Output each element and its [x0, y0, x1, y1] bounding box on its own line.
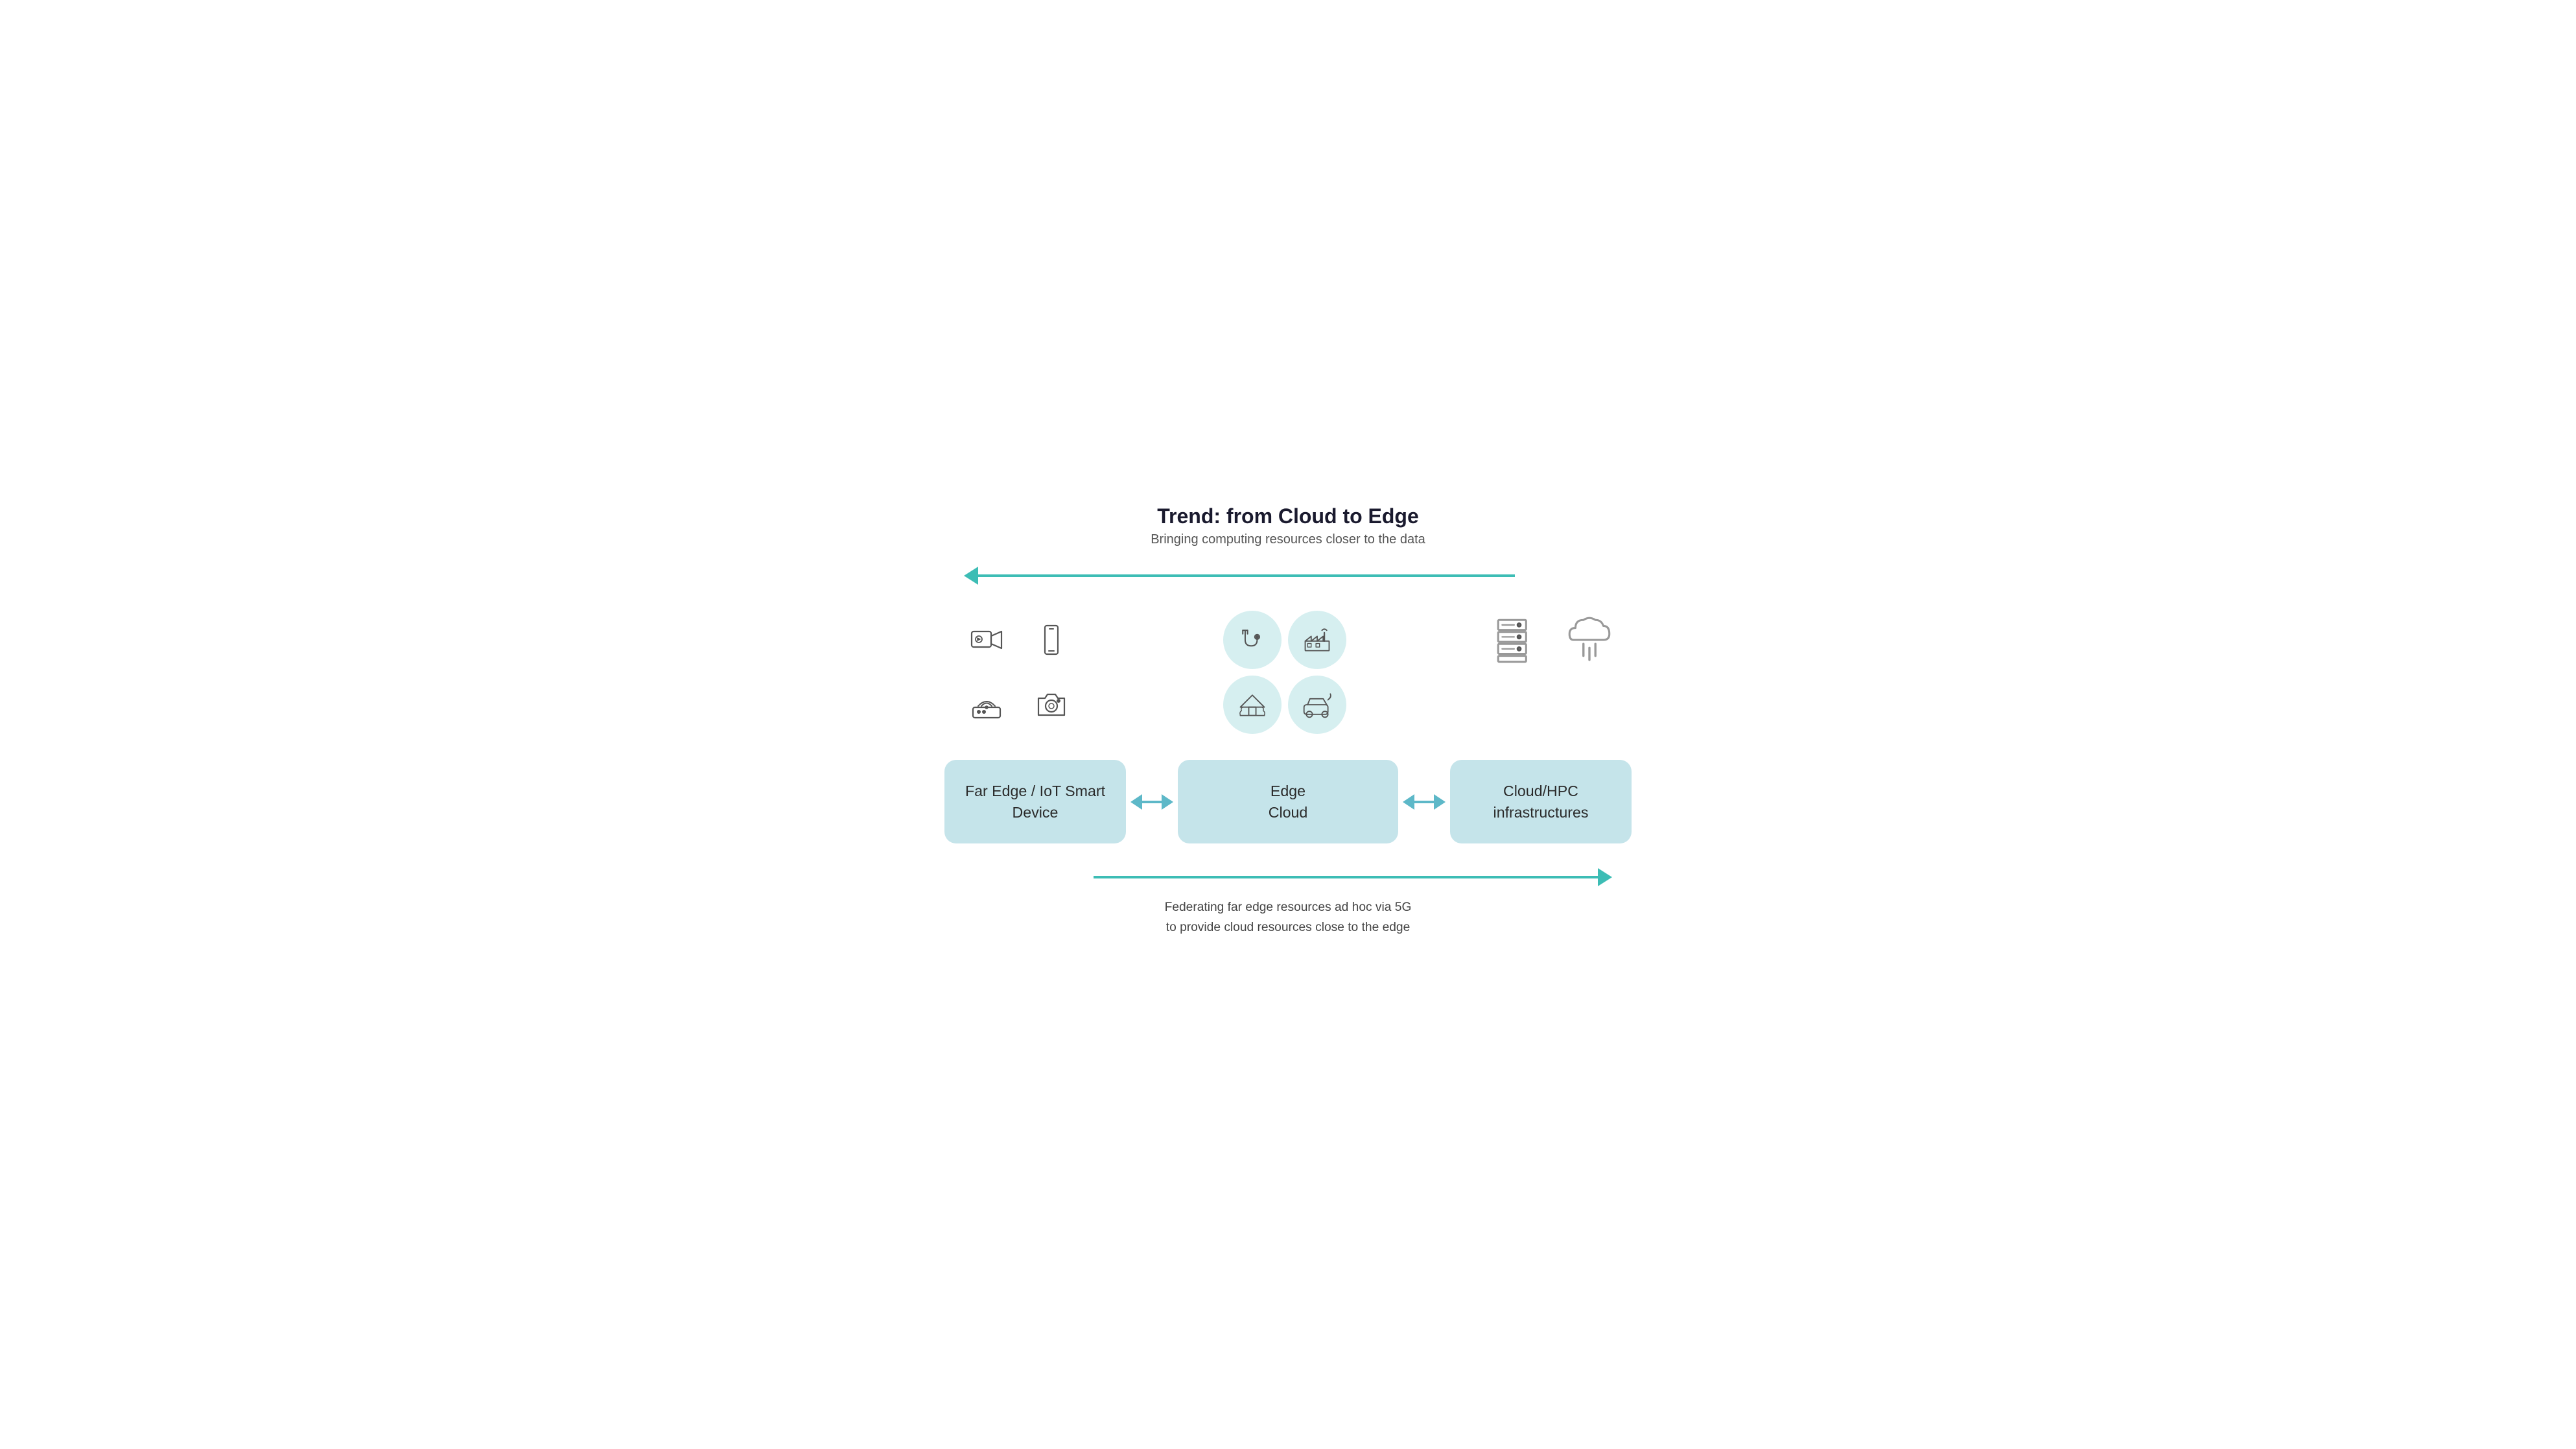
connector-2 — [1398, 794, 1450, 810]
cloud-hpc-box-label: Cloud/HPCinfrastructures — [1493, 783, 1589, 820]
header: Trend: from Cloud to Edge Bringing compu… — [938, 504, 1638, 547]
far-edge-box-label: Far Edge / IoT SmartDevice — [965, 783, 1105, 820]
video-camera-icon-wrapper — [957, 611, 1016, 669]
double-arrow-2 — [1403, 794, 1446, 810]
cloud-hpc-icon-group — [1482, 604, 1625, 676]
camera-icon — [1035, 688, 1068, 722]
dbl-arrow-shaft-2 — [1414, 801, 1434, 803]
arrow-shaft-bottom — [1094, 876, 1598, 878]
edge-cloud-box-label: EdgeCloud — [1269, 783, 1308, 820]
dbl-arrow-right-head-1 — [1162, 794, 1173, 810]
bottom-text: Federating far edge resources ad hoc via… — [938, 898, 1638, 937]
connector-1 — [1126, 794, 1178, 810]
arrow-head-left-icon — [964, 567, 978, 585]
cloud-hpc-box: Cloud/HPCinfrastructures — [1450, 760, 1632, 843]
cloud-data-icon — [1563, 607, 1615, 672]
stethoscope-icon — [1237, 624, 1268, 655]
server-rack-icon-wrapper — [1489, 611, 1547, 669]
slide-title: Trend: from Cloud to Edge — [938, 504, 1638, 528]
electric-car-icon-wrapper — [1288, 676, 1346, 734]
electric-car-icon — [1302, 689, 1333, 720]
far-edge-icon-grid — [951, 604, 1087, 740]
edge-cloud-icon-group — [1217, 604, 1353, 740]
dbl-arrow-left-head-1 — [1130, 794, 1142, 810]
factory-icon — [1302, 624, 1333, 655]
edge-cloud-icon-grid — [1217, 604, 1353, 740]
camera-icon-wrapper — [1022, 676, 1081, 734]
factory-icon-wrapper — [1288, 611, 1346, 669]
far-edge-icon-group — [951, 604, 1087, 740]
server-rack-icon — [1492, 607, 1544, 672]
dbl-arrow-left-head-2 — [1403, 794, 1414, 810]
bottom-text-content: Federating far edge resources ad hoc via… — [1165, 901, 1412, 934]
stethoscope-icon-wrapper — [1223, 611, 1282, 669]
double-arrow-1 — [1130, 794, 1173, 810]
video-camera-icon — [970, 623, 1003, 657]
cloud-data-icon-wrapper — [1560, 611, 1619, 669]
top-arrow-line — [964, 567, 1515, 585]
farm-icon — [1237, 689, 1268, 720]
arrow-shaft-top — [978, 574, 1515, 577]
smartphone-icon-wrapper — [1022, 611, 1081, 669]
dbl-arrow-shaft-1 — [1142, 801, 1162, 803]
boxes-row: Far Edge / IoT SmartDevice EdgeCloud Clo… — [938, 760, 1638, 843]
icons-row — [938, 604, 1638, 740]
far-edge-box: Far Edge / IoT SmartDevice — [944, 760, 1126, 843]
router-icon-wrapper — [957, 676, 1016, 734]
dbl-arrow-right-head-2 — [1434, 794, 1446, 810]
farm-icon-wrapper — [1223, 676, 1282, 734]
router-icon — [970, 688, 1003, 722]
slide-subtitle: Bringing computing resources closer to t… — [938, 532, 1638, 547]
smartphone-icon — [1035, 623, 1068, 657]
bottom-arrow-line — [1094, 868, 1612, 886]
arrow-head-right-icon — [1598, 868, 1612, 886]
edge-cloud-box: EdgeCloud — [1178, 760, 1398, 843]
top-arrow-row — [938, 567, 1638, 585]
bottom-arrow-row — [938, 868, 1638, 886]
slide-container: Trend: from Cloud to Edge Bringing compu… — [899, 478, 1677, 970]
